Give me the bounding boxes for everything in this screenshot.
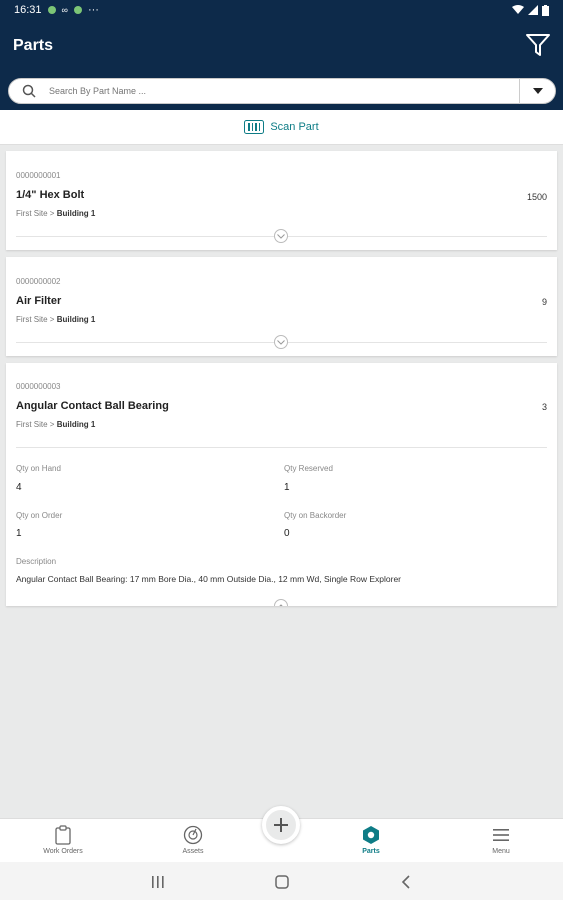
building-name: Building 1	[56, 315, 96, 324]
qty-reserved-value: 1	[284, 482, 290, 493]
nav-work-orders[interactable]: Work Orders	[23, 819, 103, 863]
caret-down-icon	[532, 88, 543, 94]
part-id: 0000000002	[16, 277, 61, 286]
part-location: First Site > Building 1	[16, 315, 95, 324]
building-name: Building 1	[56, 209, 96, 218]
location-separator: >	[49, 209, 55, 218]
collapse-chevron-icon[interactable]	[274, 599, 288, 606]
status-bar: 16:31 ∞ ···	[0, 0, 563, 20]
back-icon	[401, 875, 410, 889]
part-name: Air Filter	[16, 295, 62, 307]
signal-icon	[528, 5, 538, 15]
part-id: 0000000001	[16, 171, 61, 180]
search-input[interactable]	[49, 86, 519, 96]
divider	[16, 447, 547, 448]
description-label: Description	[16, 557, 57, 566]
qty-on-order-value: 1	[16, 528, 22, 539]
system-navigation	[0, 862, 563, 900]
nav-menu[interactable]: Menu	[461, 819, 541, 863]
site-name: First Site	[16, 420, 48, 429]
location-separator: >	[49, 315, 55, 324]
nav-parts[interactable]: Parts	[331, 819, 411, 863]
battery-icon	[542, 4, 549, 16]
location-separator: >	[49, 420, 55, 429]
link-icon: ∞	[61, 5, 68, 15]
back-button[interactable]	[396, 872, 416, 892]
qty-on-backorder-value: 0	[284, 528, 290, 539]
search-bar	[8, 78, 556, 104]
plus-icon	[274, 818, 288, 832]
expand-chevron-icon[interactable]	[274, 229, 288, 243]
filter-icon[interactable]	[525, 32, 551, 58]
part-id: 0000000003	[16, 382, 61, 391]
nav-label: Parts	[362, 848, 380, 855]
hamburger-icon	[493, 829, 509, 841]
page-title: Parts	[13, 37, 54, 54]
part-card[interactable]: 0000000001 1/4" Hex Bolt 1500 First Site…	[6, 151, 557, 250]
part-card[interactable]: 0000000002 Air Filter 9 First Site > Bui…	[6, 257, 557, 356]
qty-on-hand-label: Qty on Hand	[16, 464, 61, 473]
part-name: 1/4" Hex Bolt	[16, 189, 85, 201]
barcode-icon	[244, 120, 265, 134]
status-more: ···	[87, 4, 99, 16]
android-icon	[73, 6, 82, 14]
nav-assets[interactable]: Assets	[153, 819, 233, 863]
part-location: First Site > Building 1	[16, 420, 95, 429]
android-icon	[47, 6, 56, 14]
search-dropdown-button[interactable]	[519, 78, 555, 104]
qty-on-order-label: Qty on Order	[16, 511, 63, 520]
qty-on-backorder-label: Qty on Backorder	[284, 511, 347, 520]
scan-part-label: Scan Part	[270, 121, 319, 133]
part-qty: 1500	[526, 192, 547, 202]
scan-part-button[interactable]: Scan Part	[0, 110, 563, 145]
nav-label: Assets	[182, 848, 204, 855]
gauge-icon	[183, 825, 203, 845]
nav-label: Work Orders	[43, 848, 83, 855]
part-qty: 3	[541, 402, 547, 412]
part-card-expanded[interactable]: 0000000003 Angular Contact Ball Bearing …	[6, 363, 557, 606]
nav-label: Menu	[492, 848, 510, 855]
app-bar: Parts	[0, 20, 563, 110]
search-icon	[9, 78, 49, 104]
clipboard-icon	[55, 825, 71, 845]
home-button[interactable]	[272, 872, 292, 892]
part-name: Angular Contact Ball Bearing	[16, 400, 169, 412]
building-name: Building 1	[56, 420, 96, 429]
home-icon	[275, 875, 289, 889]
description-text: Angular Contact Ball Bearing: 17 mm Bore…	[16, 574, 402, 584]
status-time: 16:31	[14, 4, 42, 16]
qty-reserved-label: Qty Reserved	[284, 464, 333, 473]
part-qty: 9	[541, 297, 547, 307]
part-location: First Site > Building 1	[16, 209, 95, 218]
expand-chevron-icon[interactable]	[274, 335, 288, 349]
add-button[interactable]	[262, 806, 300, 844]
site-name: First Site	[16, 315, 48, 324]
recent-apps-button[interactable]	[148, 872, 168, 892]
wifi-icon	[512, 5, 524, 14]
qty-on-hand-value: 4	[16, 482, 22, 493]
site-name: First Site	[16, 209, 48, 218]
hex-nut-icon	[363, 826, 379, 844]
recents-icon	[152, 876, 164, 888]
